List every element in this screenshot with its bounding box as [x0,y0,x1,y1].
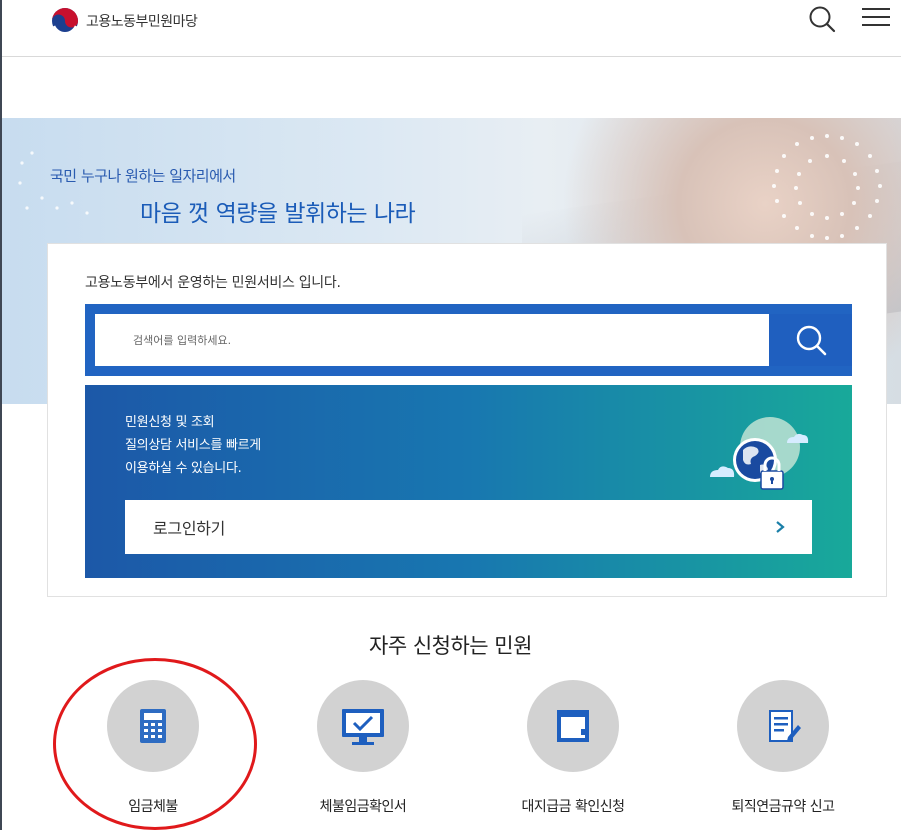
login-button[interactable]: 로그인하기 [125,500,812,554]
search-icon [809,6,836,33]
login-message-line: 민원신청 및 조회 [125,415,215,430]
login-panel: 민원신청 및 조회 질의상담 서비스를 빠르게 이용하실 수 있습니다. 로그인… [85,385,852,578]
search-input[interactable] [95,314,769,366]
hero-subtitle: 국민 누구나 원하는 일자리에서 [50,167,236,185]
globe-lock-icon [710,417,809,490]
login-message-line: 질의상담 서비스를 빠르게 [125,438,261,453]
frequent-item-icon-circle [527,680,619,772]
frequent-item-substitute-payment[interactable]: 대지급금 확인신청 [498,680,648,816]
sparkle-circle-decoration [772,134,882,240]
header-search-button[interactable] [807,4,837,34]
search-icon [796,325,826,356]
logo-text: 고용노동부민원마당 [86,14,198,30]
frequent-item-label: 퇴직연금규약 신고 [731,799,836,815]
login-message-line: 이용하실 수 있습니다. [125,461,242,476]
search-bar [85,304,852,376]
frequent-section-title: 자주 신청하는 민원 [369,634,532,658]
service-intro-text: 고용노동부에서 운영하는 민원서비스 입니다. [85,275,341,291]
document-pen-icon [769,710,801,742]
chevron-right-icon [776,521,785,533]
monitor-check-icon [342,709,384,745]
taegeuk-logo-icon [52,8,78,35]
frequent-item-pension-report[interactable]: 퇴직연금규약 신고 [708,680,858,816]
search-submit-button[interactable] [769,314,852,366]
header-menu-button[interactable] [860,6,892,28]
hamburger-menu-icon [862,8,890,26]
left-dot-decoration [18,151,89,215]
hero-title: 마음 껏 역량을 발휘하는 나라 [140,201,416,227]
frequent-item-icon-circle [317,680,409,772]
frequent-item-icon-circle [737,680,829,772]
site-logo[interactable]: 고용노동부민원마당 [50,6,198,36]
document-icon [557,710,589,742]
red-highlight-ring [53,658,257,830]
frequent-item-label: 체불임금확인서 [319,799,407,815]
service-card: 고용노동부에서 운영하는 민원서비스 입니다. 민원신청 및 조회 질의상담 서… [47,243,887,597]
frequent-item-unpaid-wage-certificate[interactable]: 체불임금확인서 [288,680,438,816]
frequent-item-label: 대지급금 확인신청 [521,799,626,815]
site-header: 고용노동부민원마당 [2,0,901,57]
login-button-label: 로그인하기 [153,519,226,538]
login-message: 민원신청 및 조회 질의상담 서비스를 빠르게 이용하실 수 있습니다. [125,411,261,480]
